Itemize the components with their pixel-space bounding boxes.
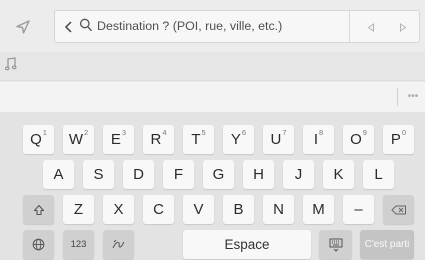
- divider: [349, 11, 350, 42]
- key-e[interactable]: E3: [103, 125, 134, 154]
- backspace-icon[interactable]: [383, 195, 414, 224]
- search-input[interactable]: Destination ? (POI, rue, ville, etc.): [97, 19, 282, 33]
- triangle-left-icon[interactable]: [359, 15, 383, 39]
- key-x[interactable]: X: [103, 195, 134, 224]
- key-p[interactable]: P0: [383, 125, 414, 154]
- suggestion-bar: •••: [0, 82, 425, 112]
- ellipsis-icon[interactable]: •••: [402, 87, 424, 107]
- divider: [397, 88, 398, 106]
- key-s[interactable]: S: [83, 160, 114, 189]
- music-note-icon[interactable]: [4, 57, 21, 75]
- key-a[interactable]: A: [43, 160, 74, 189]
- key-z[interactable]: Z: [63, 195, 94, 224]
- key-k[interactable]: K: [323, 160, 354, 189]
- keyboard-hide-icon[interactable]: [319, 230, 352, 259]
- handwriting-icon[interactable]: [103, 230, 134, 259]
- enter-key[interactable]: C'est parti: [360, 230, 414, 259]
- shift-arrow-icon[interactable]: [23, 195, 54, 224]
- key-h[interactable]: H: [243, 160, 274, 189]
- key-f[interactable]: F: [163, 160, 194, 189]
- magnifier-icon: [79, 17, 97, 37]
- key-m[interactable]: M: [303, 195, 334, 224]
- key-i[interactable]: I8: [303, 125, 334, 154]
- numbers-key[interactable]: 123: [63, 230, 94, 259]
- virtual-keyboard: Q1 W2 E3 R4 T5 Y6 U7 I8 O9 P0 A S D F G …: [0, 112, 425, 260]
- key-c[interactable]: C: [143, 195, 174, 224]
- destination-search-field[interactable]: Destination ? (POI, rue, ville, etc.): [54, 10, 420, 43]
- key-t[interactable]: T5: [183, 125, 214, 154]
- media-row: [0, 52, 425, 81]
- key-w[interactable]: W2: [63, 125, 94, 154]
- chevron-left-icon[interactable]: [61, 17, 77, 37]
- key-l[interactable]: L: [363, 160, 394, 189]
- key-r[interactable]: R4: [143, 125, 174, 154]
- key-o[interactable]: O9: [343, 125, 374, 154]
- key-j[interactable]: J: [283, 160, 314, 189]
- key-u[interactable]: U7: [263, 125, 294, 154]
- key-n[interactable]: N: [263, 195, 294, 224]
- globe-icon[interactable]: [23, 230, 54, 259]
- top-bar: Destination ? (POI, rue, ville, etc.): [0, 0, 425, 52]
- key-dash[interactable]: –: [343, 195, 374, 224]
- key-d[interactable]: D: [123, 160, 154, 189]
- key-v[interactable]: V: [183, 195, 214, 224]
- navigation-arrow-icon[interactable]: [9, 13, 37, 41]
- key-q[interactable]: Q1: [23, 125, 54, 154]
- key-b[interactable]: B: [223, 195, 254, 224]
- key-g[interactable]: G: [203, 160, 234, 189]
- triangle-right-icon[interactable]: [391, 15, 415, 39]
- key-y[interactable]: Y6: [223, 125, 254, 154]
- space-key[interactable]: Espace: [183, 230, 311, 259]
